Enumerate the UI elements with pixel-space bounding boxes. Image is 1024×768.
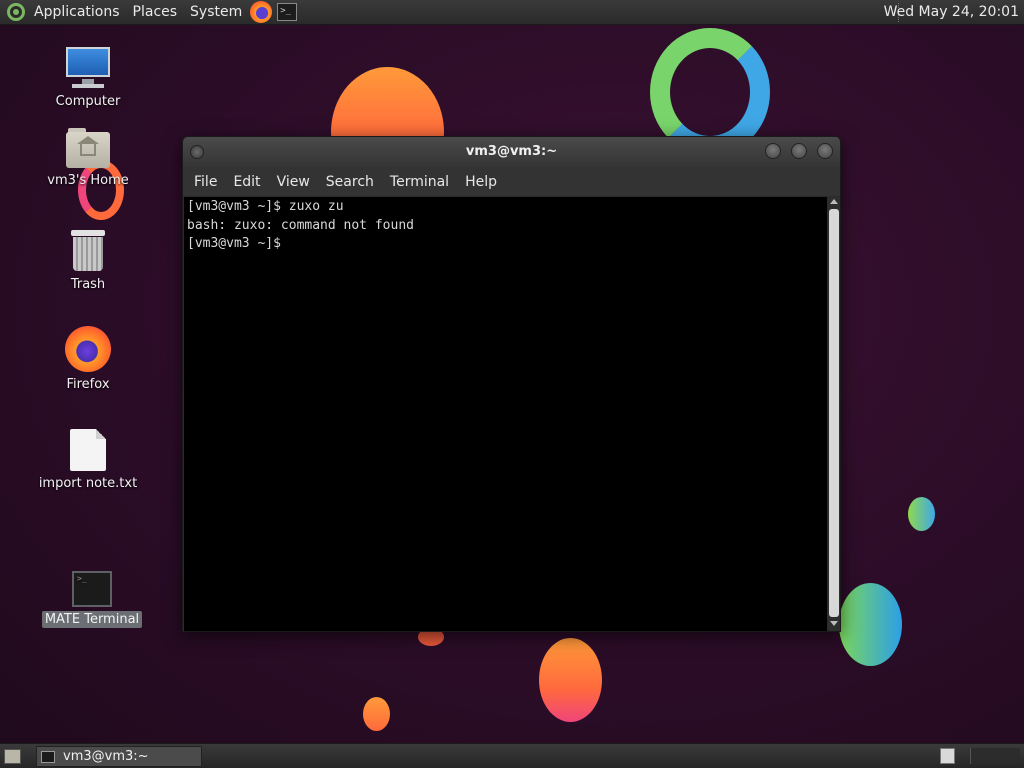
desktop-icon-firefox[interactable]: Firefox bbox=[28, 326, 148, 393]
desktop-icon-label: Computer bbox=[55, 94, 121, 109]
terminal-prompt-line: [vm3@vm3 ~]$ bbox=[187, 236, 289, 251]
terminal-line: [vm3@vm3 ~]$ zuxo zu bbox=[187, 199, 344, 214]
desktop-icon-import-note[interactable]: import note.txt bbox=[28, 429, 148, 492]
terminal-output[interactable]: [vm3@vm3 ~]$ zuxo zu bash: zuxo: command… bbox=[184, 197, 827, 631]
bottom-panel: vm3@vm3:~ bbox=[0, 743, 1024, 768]
firefox-icon bbox=[65, 326, 111, 372]
terminal-menubar: File Edit View Search Terminal Help bbox=[183, 167, 840, 196]
terminal-launcher-icon[interactable]: >_ bbox=[277, 3, 298, 21]
terminal-line: bash: zuxo: command not found bbox=[187, 217, 414, 233]
home-folder-icon bbox=[66, 128, 110, 168]
minimize-button[interactable] bbox=[765, 143, 781, 159]
terminal-icon: >_ bbox=[72, 571, 112, 607]
window-title: vm3@vm3:~ bbox=[465, 144, 558, 159]
workspace-switcher-2[interactable] bbox=[970, 748, 1020, 764]
terminal-icon bbox=[41, 750, 55, 763]
desktop-icon-computer[interactable]: Computer bbox=[28, 45, 148, 110]
workspace-switcher-1[interactable] bbox=[940, 748, 955, 764]
desktop-icon-trash[interactable]: Trash bbox=[28, 228, 148, 293]
wallpaper-orange-blob-bottom bbox=[539, 638, 602, 722]
scroll-up-arrow-icon[interactable] bbox=[830, 199, 838, 204]
system-menu[interactable]: System bbox=[190, 4, 242, 20]
computer-icon bbox=[64, 45, 112, 89]
desktop-icon-label: MATE Terminal bbox=[41, 611, 143, 628]
text-file-icon bbox=[70, 429, 106, 471]
maximize-button[interactable] bbox=[791, 143, 807, 159]
terminal-scrollbar[interactable] bbox=[828, 197, 840, 631]
close-button[interactable] bbox=[817, 143, 833, 159]
top-panel: Applications Places System >_ Wed May 24… bbox=[0, 0, 1024, 25]
desktop-icon-label: import note.txt bbox=[38, 476, 138, 491]
desktop-icon-mate-terminal[interactable]: >_ MATE Terminal bbox=[32, 571, 152, 628]
desktop-icon-label: vm3's Home bbox=[47, 173, 129, 188]
menu-terminal[interactable]: Terminal bbox=[382, 174, 457, 190]
show-desktop-icon[interactable] bbox=[4, 749, 21, 764]
wallpaper-green-blob-small bbox=[908, 497, 935, 531]
wallpaper-orange-blob-small bbox=[363, 697, 390, 731]
taskbar-item-terminal[interactable]: vm3@vm3:~ bbox=[36, 746, 202, 767]
menu-view[interactable]: View bbox=[269, 174, 318, 190]
taskbar-item-label: vm3@vm3:~ bbox=[63, 749, 149, 764]
menu-file[interactable]: File bbox=[186, 174, 225, 190]
wallpaper-blue-blob bbox=[839, 583, 902, 666]
desktop-icon-label: Trash bbox=[70, 277, 106, 292]
applications-menu[interactable]: Applications bbox=[34, 4, 120, 20]
terminal-window[interactable]: vm3@vm3:~ File Edit View Search Terminal… bbox=[182, 136, 841, 632]
scroll-down-arrow-icon[interactable] bbox=[830, 621, 838, 626]
firefox-launcher-icon[interactable] bbox=[250, 1, 273, 23]
menu-help[interactable]: Help bbox=[457, 174, 505, 190]
mate-logo-icon[interactable] bbox=[7, 3, 25, 21]
menu-edit[interactable]: Edit bbox=[225, 174, 268, 190]
clock[interactable]: Wed May 24, 20:01 bbox=[884, 4, 1019, 20]
places-menu[interactable]: Places bbox=[133, 4, 178, 20]
window-titlebar[interactable]: vm3@vm3:~ bbox=[183, 137, 840, 167]
desktop-icon-home[interactable]: vm3's Home bbox=[28, 128, 148, 189]
menu-search[interactable]: Search bbox=[318, 174, 382, 190]
trash-icon bbox=[69, 228, 107, 272]
desktop-icon-label: Firefox bbox=[66, 377, 110, 392]
scrollbar-thumb[interactable] bbox=[829, 209, 839, 617]
desktop-background: Computer vm3's Home Trash Firefox import… bbox=[0, 0, 1024, 768]
